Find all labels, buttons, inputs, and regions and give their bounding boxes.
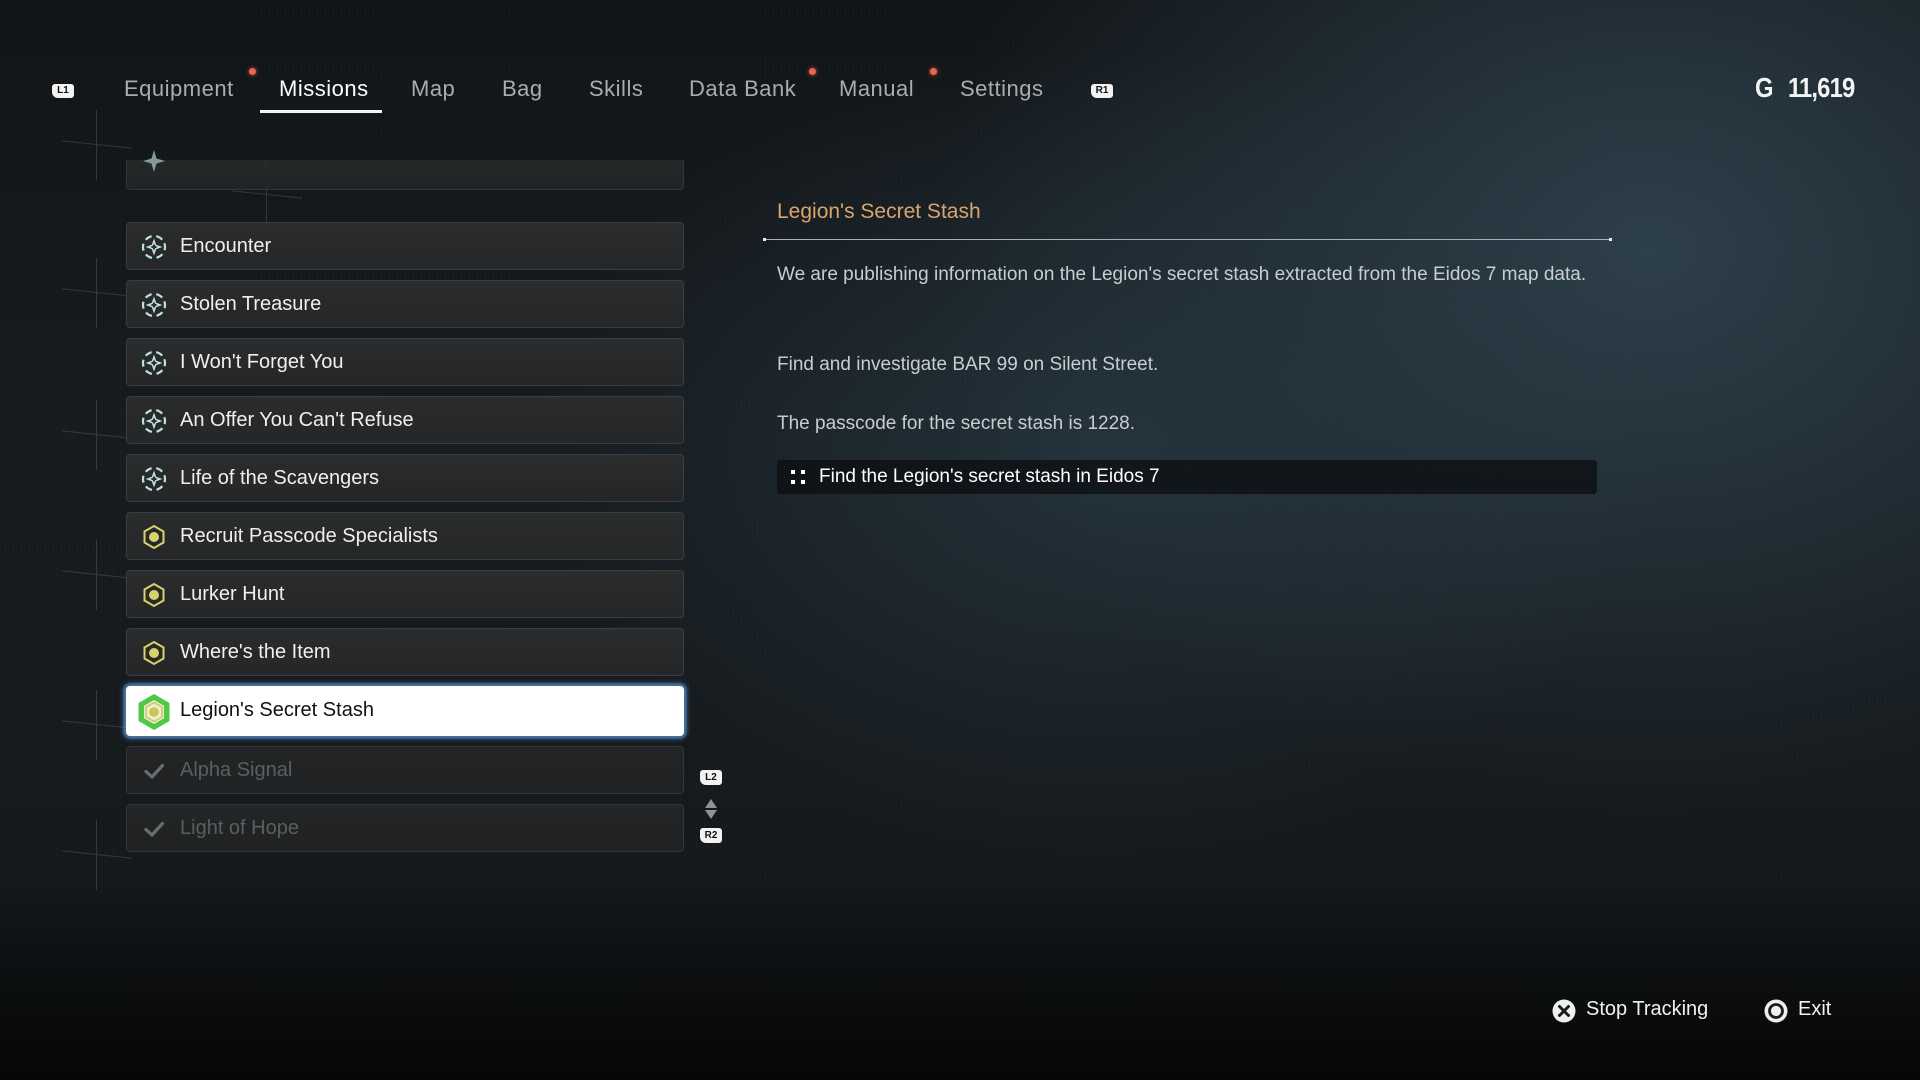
mission-item[interactable]: Life of the Scavengers bbox=[126, 454, 684, 502]
mission-label: Encounter bbox=[180, 235, 272, 257]
mission-label: I Won't Forget You bbox=[180, 351, 344, 373]
mission-label: Lurker Hunt bbox=[180, 583, 285, 605]
mission-item-selected[interactable]: Legion's Secret Stash bbox=[126, 686, 684, 736]
mission-item[interactable]: Recruit Passcode Specialists bbox=[126, 512, 684, 560]
mission-objective: Find the Legion's secret stash in Eidos … bbox=[777, 460, 1597, 494]
circle-button-icon bbox=[1764, 999, 1788, 1023]
checkmark-icon bbox=[144, 821, 165, 837]
mission-item[interactable]: Lurker Hunt bbox=[126, 570, 684, 618]
mission-item[interactable]: Stolen Treasure bbox=[126, 280, 684, 328]
side-request-icon bbox=[141, 408, 167, 434]
equipment-notification-dot bbox=[249, 68, 256, 75]
decor-crosshair bbox=[62, 540, 132, 610]
mission-passcode-note: The passcode for the secret stash is 122… bbox=[777, 413, 1136, 434]
tracked-mission-icon bbox=[138, 694, 170, 730]
side-request-icon bbox=[141, 234, 167, 260]
decor-crosshair bbox=[62, 820, 132, 890]
tab-bag[interactable]: Bag bbox=[502, 76, 543, 102]
objective-marker-icon bbox=[791, 470, 805, 484]
decor-crosshair bbox=[62, 400, 132, 470]
mission-item-completed[interactable]: Light of Hope bbox=[126, 804, 684, 852]
stop-tracking-label: Stop Tracking bbox=[1586, 998, 1709, 1020]
currency-amount: 11,619 bbox=[1787, 72, 1855, 103]
cross-button-icon bbox=[1552, 999, 1576, 1023]
decor-crosshair bbox=[62, 690, 132, 760]
background-fade bbox=[0, 880, 1920, 1080]
currency-symbol: G bbox=[1755, 72, 1774, 103]
tab-missions[interactable]: Missions bbox=[279, 76, 369, 102]
tab-settings[interactable]: Settings bbox=[960, 76, 1044, 102]
decor-crosshair bbox=[62, 110, 132, 180]
mission-item[interactable]: Where's the Item bbox=[126, 628, 684, 676]
side-request-icon bbox=[141, 292, 167, 318]
mission-label: Light of Hope bbox=[180, 817, 299, 839]
tab-map[interactable]: Map bbox=[411, 76, 455, 102]
mission-item[interactable]: An Offer You Can't Refuse bbox=[126, 396, 684, 444]
bounty-hexagon-icon bbox=[143, 640, 165, 666]
exit-label: Exit bbox=[1798, 998, 1832, 1020]
tab-manual[interactable]: Manual bbox=[839, 76, 914, 102]
l2-button-hint[interactable]: L2 bbox=[700, 770, 722, 785]
list-scroll-indicator[interactable]: L2 R2 bbox=[700, 770, 724, 850]
mission-item[interactable]: Encounter bbox=[126, 222, 684, 270]
mission-label: Life of the Scavengers bbox=[180, 467, 380, 489]
checkmark-icon bbox=[144, 763, 165, 779]
mission-item-completed[interactable]: Alpha Signal bbox=[126, 746, 684, 794]
title-divider bbox=[763, 238, 1612, 241]
side-request-icon bbox=[143, 150, 165, 172]
r1-button-hint[interactable]: R1 bbox=[1091, 84, 1113, 98]
active-tab-underline bbox=[260, 110, 382, 113]
mission-list-rows: Encounter Stolen Treasure I Won't Forget… bbox=[126, 180, 686, 860]
mission-detail-title: Legion's Secret Stash bbox=[777, 200, 981, 223]
bounty-hexagon-icon bbox=[143, 582, 165, 608]
objective-label: Find the Legion's secret stash in Eidos … bbox=[819, 466, 1160, 487]
mission-label: Where's the Item bbox=[180, 641, 331, 663]
bounty-hexagon-icon bbox=[143, 524, 165, 550]
mission-description: We are publishing information on the Leg… bbox=[777, 264, 1587, 285]
mission-item[interactable]: I Won't Forget You bbox=[126, 338, 684, 386]
mission-label: Stolen Treasure bbox=[180, 293, 322, 315]
currency-display: G 11,619 bbox=[1755, 72, 1855, 104]
mission-label: Alpha Signal bbox=[180, 759, 293, 781]
tab-data-bank[interactable]: Data Bank bbox=[689, 76, 796, 102]
tab-equipment[interactable]: Equipment bbox=[124, 76, 234, 102]
mission-label: Recruit Passcode Specialists bbox=[180, 525, 438, 547]
manual-notification-dot bbox=[930, 68, 937, 75]
r2-button-hint[interactable]: R2 bbox=[700, 828, 722, 843]
mission-label: An Offer You Can't Refuse bbox=[180, 409, 414, 431]
decor-crosshair bbox=[62, 258, 132, 328]
mission-instruction: Find and investigate BAR 99 on Silent St… bbox=[777, 354, 1159, 375]
data-bank-notification-dot bbox=[809, 68, 816, 75]
tab-skills[interactable]: Skills bbox=[589, 76, 643, 102]
mission-label: Legion's Secret Stash bbox=[180, 699, 374, 721]
l1-button-hint[interactable]: L1 bbox=[52, 84, 74, 98]
side-request-icon bbox=[141, 466, 167, 492]
side-request-icon bbox=[141, 350, 167, 376]
scroll-arrows-icon bbox=[705, 799, 717, 819]
